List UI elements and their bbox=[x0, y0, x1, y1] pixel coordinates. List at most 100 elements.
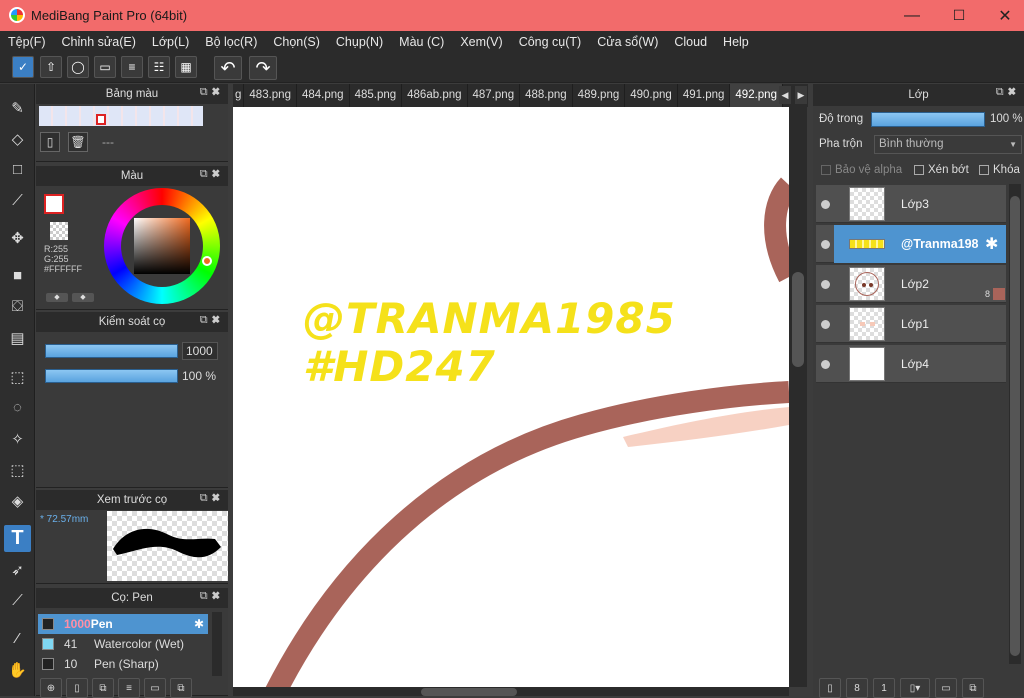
copy-brush-icon[interactable]: ⧉ bbox=[92, 678, 114, 698]
share-icon[interactable]: ⇧ bbox=[40, 56, 62, 78]
divide-tool-icon[interactable]: ⟋ bbox=[4, 587, 31, 614]
menu-layer[interactable]: Lớp(L) bbox=[144, 35, 197, 49]
eyedropper-tool-icon[interactable]: ⁄ bbox=[4, 625, 31, 652]
tab-483[interactable]: 483.png bbox=[244, 84, 297, 107]
document-icon[interactable]: ≡ bbox=[121, 56, 143, 78]
minimize-button[interactable]: — bbox=[889, 0, 935, 31]
palette-swatches[interactable] bbox=[39, 106, 203, 126]
text-tool-icon[interactable]: T bbox=[4, 525, 31, 552]
brush-size-slider[interactable] bbox=[45, 344, 178, 358]
panel-controls-icon[interactable]: ⧉✖ bbox=[200, 314, 224, 327]
palette-selected-swatch[interactable] bbox=[96, 114, 106, 125]
rectangle-tool-icon[interactable]: □ bbox=[4, 156, 31, 183]
new-folder-icon[interactable]: ▭ bbox=[935, 678, 957, 698]
fill-rect-tool-icon[interactable]: ■ bbox=[4, 262, 31, 289]
canvas-vertical-scrollbar[interactable] bbox=[789, 107, 807, 687]
move-tool-icon[interactable]: ✥ bbox=[4, 224, 31, 251]
maximize-button[interactable]: ☐ bbox=[936, 0, 982, 31]
duplicate-layer-icon[interactable]: ⧉ bbox=[962, 678, 984, 698]
lock-checkbox[interactable]: Khóa bbox=[979, 164, 1020, 176]
layer-row[interactable]: @Tranma198 ✱ bbox=[816, 225, 1006, 263]
scroll-thumb[interactable] bbox=[1010, 196, 1020, 656]
color-swap-icon[interactable]: ◆ bbox=[72, 293, 94, 302]
gradient-tool-icon[interactable]: ▤ bbox=[4, 324, 31, 351]
menu-view[interactable]: Xem(V) bbox=[452, 35, 510, 49]
brush-list-scrollbar[interactable] bbox=[212, 612, 222, 676]
list-icon[interactable]: ☷ bbox=[148, 56, 170, 78]
select-tool-icon[interactable]: ⬚ bbox=[4, 363, 31, 390]
tab-484[interactable]: 484.png bbox=[297, 84, 350, 107]
layer-opacity-slider[interactable] bbox=[871, 112, 985, 127]
add-brush-icon[interactable]: ⊕ bbox=[40, 678, 62, 698]
comment-icon[interactable]: ▭ bbox=[94, 56, 116, 78]
menu-snap[interactable]: Chụp(N) bbox=[328, 35, 391, 49]
tab-491[interactable]: 491.png bbox=[678, 84, 731, 107]
drawing-canvas[interactable]: @TRANMA1985 #HD247 bbox=[233, 107, 789, 687]
visibility-icon[interactable] bbox=[821, 280, 830, 289]
folder-icon[interactable]: ▭ bbox=[144, 678, 166, 698]
color-sv-square[interactable] bbox=[134, 218, 190, 274]
tab-partial[interactable]: g bbox=[233, 84, 245, 107]
tab-487[interactable]: 487.png bbox=[468, 84, 521, 107]
blend-mode-select[interactable]: Bình thường ▼ bbox=[874, 135, 1022, 154]
visibility-icon[interactable] bbox=[821, 200, 830, 209]
grid-icon[interactable]: ▦ bbox=[175, 56, 197, 78]
gear-icon[interactable]: ✱ bbox=[194, 617, 204, 631]
brush-settings-icon[interactable]: ≡ bbox=[118, 678, 140, 698]
new-palette-icon[interactable]: ▯ bbox=[40, 132, 60, 152]
layer-row[interactable]: Lớp4 bbox=[816, 345, 1006, 383]
panel-controls-icon[interactable]: ⧉✖ bbox=[200, 86, 224, 99]
tab-486ab[interactable]: 486ab.png bbox=[402, 84, 468, 107]
gear-icon[interactable]: ✱ bbox=[985, 234, 998, 254]
layer-row[interactable]: Lớp1 bbox=[816, 305, 1006, 343]
new-8bit-layer-icon[interactable]: 8 bbox=[846, 678, 868, 698]
redo-icon[interactable]: ↷ bbox=[249, 56, 277, 80]
brush-item-pen[interactable]: 1000 Pen ✱ bbox=[38, 614, 208, 634]
delete-palette-icon[interactable]: 🗑 bbox=[68, 132, 88, 152]
panel-controls-icon[interactable]: ⧉✖ bbox=[200, 168, 224, 181]
scroll-thumb[interactable] bbox=[421, 688, 517, 696]
tab-489[interactable]: 489.png bbox=[573, 84, 626, 107]
lasso-tool-icon[interactable]: ◌ bbox=[4, 394, 31, 421]
background-color[interactable] bbox=[50, 222, 68, 240]
operation-tool-icon[interactable]: ➶ bbox=[4, 556, 31, 583]
brush-tool-icon[interactable]: ✎ bbox=[4, 94, 31, 121]
line-tool-icon[interactable]: ⟋ bbox=[4, 187, 31, 214]
brush-size-value[interactable]: 1000 bbox=[182, 342, 218, 360]
visibility-icon[interactable] bbox=[821, 320, 830, 329]
tab-next-icon[interactable]: ▶ bbox=[795, 86, 807, 104]
new-layer-icon[interactable]: ▯ bbox=[819, 678, 841, 698]
menu-filter[interactable]: Bộ lọc(R) bbox=[197, 35, 265, 49]
brush-opacity-slider[interactable] bbox=[45, 369, 178, 383]
color-mode-icon[interactable]: ◆ bbox=[46, 293, 68, 302]
menu-tools[interactable]: Công cụ(T) bbox=[511, 35, 590, 49]
menu-file[interactable]: Tệp(F) bbox=[0, 35, 54, 49]
tab-prev-icon[interactable]: ◀ bbox=[779, 86, 791, 104]
select-pen-tool-icon[interactable]: ⬚ bbox=[4, 456, 31, 483]
color-wheel[interactable] bbox=[104, 188, 220, 304]
scroll-thumb[interactable] bbox=[792, 272, 804, 367]
magic-wand-tool-icon[interactable]: ✧ bbox=[4, 425, 31, 452]
tab-490[interactable]: 490.png bbox=[625, 84, 678, 107]
hue-handle[interactable] bbox=[202, 256, 212, 266]
brush-item-watercolor[interactable]: 41 Watercolor (Wet) bbox=[38, 634, 208, 654]
menu-edit[interactable]: Chỉnh sửa(E) bbox=[54, 35, 144, 49]
menu-window[interactable]: Cửa sổ(W) bbox=[589, 35, 666, 49]
speech-bubble-icon[interactable]: ◯ bbox=[67, 56, 89, 78]
menu-color[interactable]: Màu (C) bbox=[391, 35, 452, 49]
layer-row[interactable]: Lớp2 8 bbox=[816, 265, 1006, 303]
tab-488[interactable]: 488.png bbox=[520, 84, 573, 107]
layer-row[interactable]: Lớp3 bbox=[816, 185, 1006, 223]
undo-icon[interactable]: ↶ bbox=[214, 56, 242, 80]
eraser-tool-icon[interactable]: ◇ bbox=[4, 125, 31, 152]
select-eraser-tool-icon[interactable]: ◈ bbox=[4, 487, 31, 514]
alpha-protect-checkbox[interactable]: Bảo vệ alpha bbox=[821, 164, 902, 176]
visibility-icon[interactable] bbox=[821, 240, 830, 249]
panel-controls-icon[interactable]: ⧉✖ bbox=[996, 86, 1020, 99]
menu-help[interactable]: Help bbox=[715, 35, 757, 49]
new-brush-icon[interactable]: ▯ bbox=[66, 678, 88, 698]
menu-select[interactable]: Chọn(S) bbox=[265, 35, 328, 49]
layer-list-scrollbar[interactable] bbox=[1009, 184, 1021, 664]
menu-cloud[interactable]: Cloud bbox=[666, 35, 715, 49]
new-1bit-layer-icon[interactable]: 1 bbox=[873, 678, 895, 698]
